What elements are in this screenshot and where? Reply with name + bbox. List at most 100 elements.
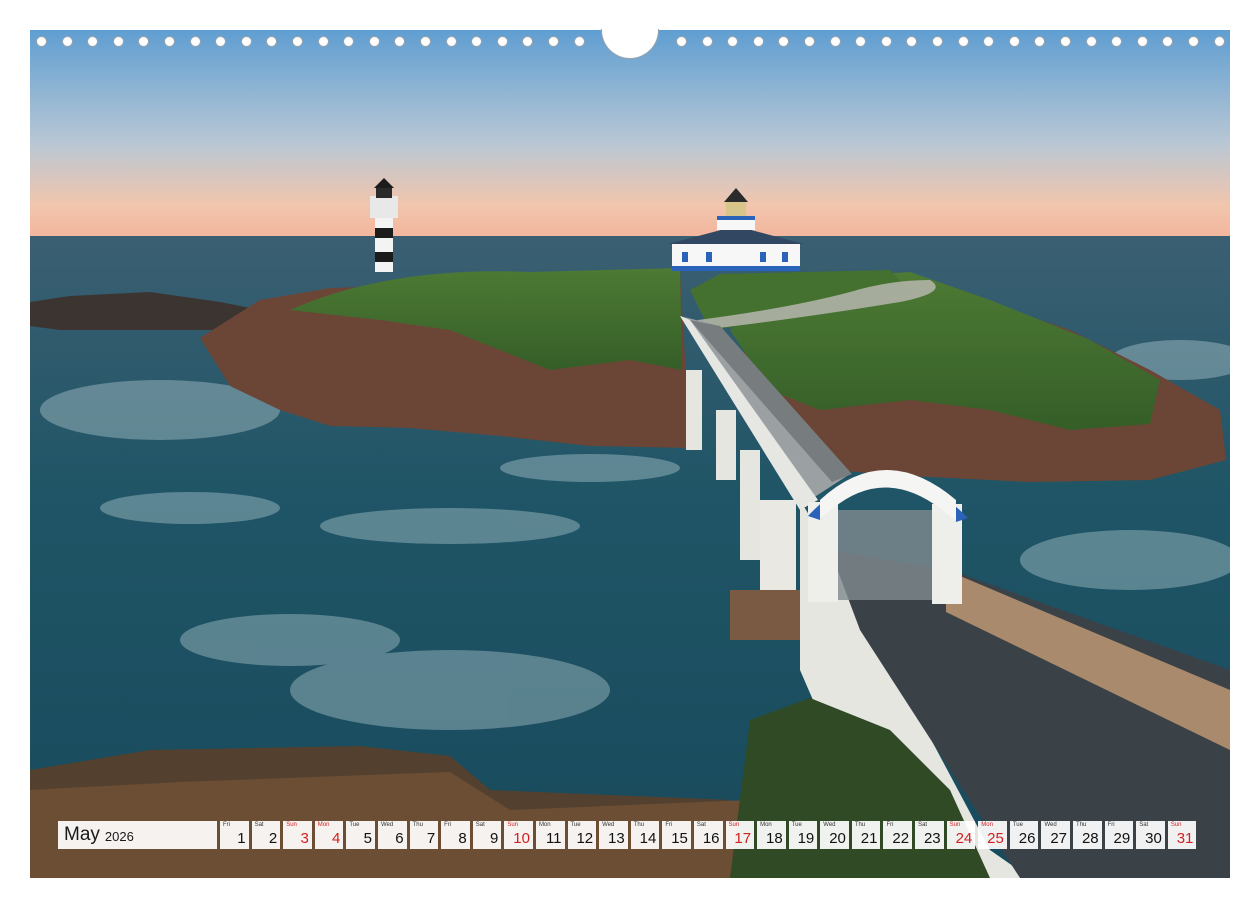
binding-hole <box>420 36 431 47</box>
day-number: 18 <box>766 830 783 847</box>
weekday-label: Sat <box>696 822 706 828</box>
binding-hole <box>1111 36 1123 47</box>
weekday-label: Sat <box>1139 822 1149 828</box>
binding-hole <box>778 36 790 47</box>
day-cell: Mon 11 <box>535 821 565 849</box>
day-cell: Sun 31 <box>1167 821 1197 849</box>
binding-hole <box>701 36 713 47</box>
weekday-label: Wed <box>380 822 394 828</box>
binding-hole <box>394 36 406 47</box>
calendar-strip: May 2026 Fri 1 Sat 2 Sun 3 Mon 4 Tue 5 Wed 6 Thu 7 Fri… <box>58 821 1197 849</box>
weekday-label: Mon <box>760 822 772 828</box>
binding-hole <box>829 36 841 47</box>
day-cell: Thu 21 <box>851 821 881 849</box>
day-cell: Sun 24 <box>946 821 976 849</box>
weekday-label: Thu <box>633 822 645 828</box>
binding-hole <box>1213 36 1225 47</box>
day-cell: Tue 12 <box>567 821 597 849</box>
day-cell: Tue 19 <box>788 821 818 849</box>
binding-hole <box>1008 36 1020 47</box>
day-cell: Wed 20 <box>820 821 849 849</box>
day-number: 5 <box>363 830 372 847</box>
day-number: 19 <box>797 830 815 847</box>
binding-hole <box>906 36 918 47</box>
binding-hole <box>983 36 995 47</box>
binding-hole <box>573 36 585 47</box>
binding-hole <box>804 36 815 47</box>
binding-hole <box>471 36 483 47</box>
binding-hole <box>292 36 303 47</box>
binding-hole <box>727 36 739 47</box>
binding-hole <box>343 36 355 47</box>
day-number: 16 <box>702 830 720 847</box>
weekday-label: Sat <box>254 822 264 828</box>
day-number: 9 <box>490 830 499 847</box>
day-number: 13 <box>608 830 625 847</box>
binding-hole <box>880 36 892 47</box>
binding-hole <box>215 36 227 47</box>
day-number: 22 <box>892 830 910 847</box>
binding-hole <box>1060 36 1071 47</box>
day-cell: Fri 22 <box>883 821 913 849</box>
day-number: 27 <box>1050 830 1068 847</box>
weekday-label: Fri <box>223 822 230 828</box>
day-cell: Sat 23 <box>915 821 944 849</box>
binding-hole <box>87 36 99 47</box>
binding-hole <box>240 36 252 47</box>
day-cell: Sun 10 <box>504 821 533 849</box>
binding-hole <box>855 36 867 47</box>
weekday-label: Sun <box>728 822 740 828</box>
day-cell: Fri 1 <box>220 821 249 849</box>
day-number: 2 <box>268 830 278 847</box>
binding-hole <box>1034 36 1046 47</box>
binding-hole <box>445 36 457 47</box>
weekday-label: Thu <box>1076 822 1087 828</box>
day-number: 6 <box>395 830 404 847</box>
day-cell: Thu 28 <box>1073 821 1102 849</box>
binding-hole <box>548 36 559 47</box>
day-cell: Thu 7 <box>409 821 439 849</box>
day-number: 4 <box>332 830 341 847</box>
weekday-label: Fri <box>444 822 452 828</box>
weekday-label: Thu <box>412 822 423 828</box>
binding-hole <box>138 36 150 47</box>
binding-hole <box>164 36 175 47</box>
weekday-label: Tue <box>791 822 802 828</box>
binding-hole <box>1085 36 1097 47</box>
weekday-label: Tue <box>570 822 581 828</box>
day-cell: Mon 18 <box>757 821 786 849</box>
weekday-label: Mon <box>981 822 993 828</box>
binding-hole <box>317 36 329 47</box>
day-number: 23 <box>923 830 941 847</box>
day-list: Fri 1 Sat 2 Sun 3 Mon 4 Tue 5 Wed 6 Thu 7 Fri 8 Sat 9 Sun 1… <box>220 821 1197 849</box>
binding-hole <box>1136 36 1148 47</box>
day-number: 29 <box>1113 830 1131 847</box>
binding-hole <box>36 36 47 47</box>
day-number: 8 <box>458 830 467 847</box>
day-number: 17 <box>734 830 752 847</box>
weekday-label: Fri <box>665 822 673 828</box>
binding-hole <box>932 36 943 47</box>
weekday-label: Wed <box>823 822 836 828</box>
day-cell: Wed 27 <box>1041 821 1071 849</box>
binding-hole <box>112 36 124 47</box>
day-number: 28 <box>1081 830 1099 847</box>
binding-hole <box>522 36 534 47</box>
weekday-label: Tue <box>349 822 360 828</box>
binding-hole <box>266 36 278 47</box>
weekday-label: Wed <box>602 822 615 828</box>
weekday-label: Sun <box>1170 822 1182 828</box>
day-number: 24 <box>955 830 973 847</box>
day-cell: Tue 5 <box>346 821 375 849</box>
binding-hole <box>368 36 380 47</box>
sky <box>30 30 1230 236</box>
weekday-label: Fri <box>886 822 894 828</box>
day-number: 1 <box>237 830 246 847</box>
binding-hole <box>752 36 764 47</box>
binding-hole <box>496 36 508 47</box>
day-number: 25 <box>987 830 1004 847</box>
weekday-label: Sat <box>918 822 928 828</box>
day-cell: Sat 16 <box>693 821 723 849</box>
day-cell: Wed 6 <box>377 821 407 849</box>
day-number: 31 <box>1176 830 1194 847</box>
